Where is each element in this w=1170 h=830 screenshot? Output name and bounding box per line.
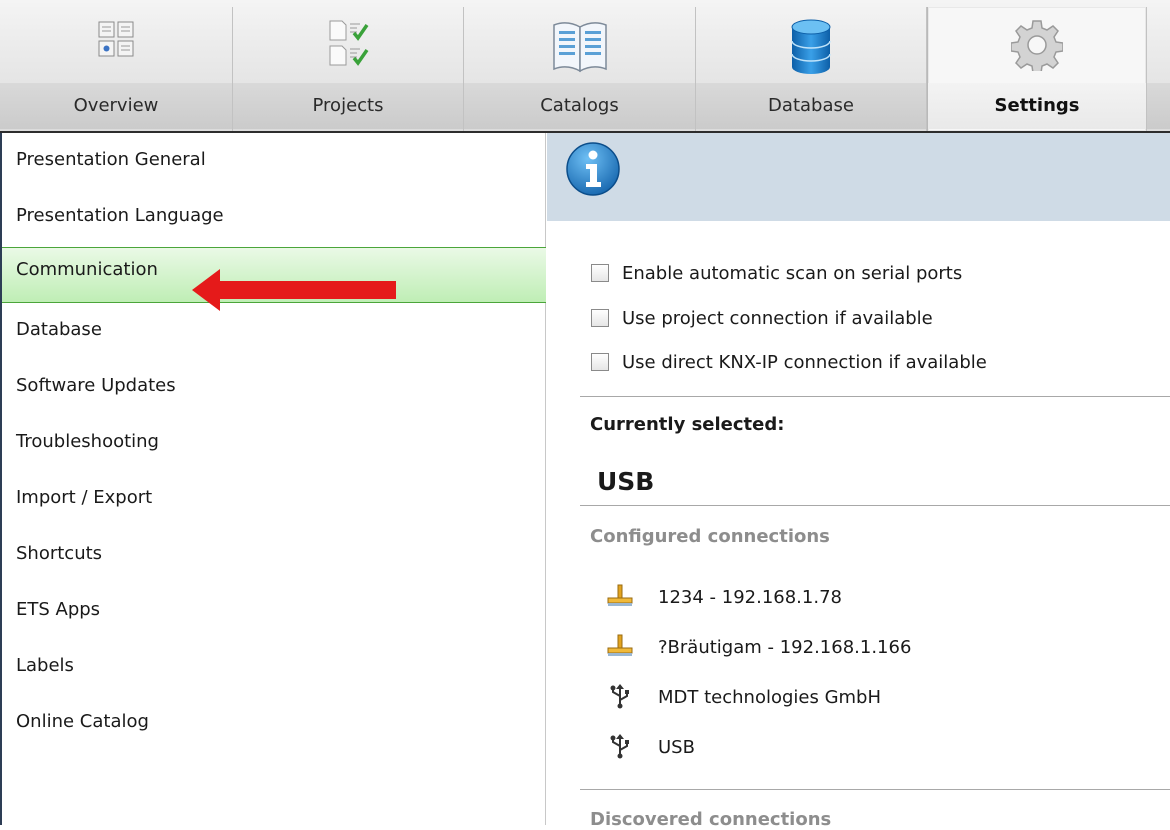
usb-icon: [610, 734, 629, 759]
divider: [580, 789, 1170, 790]
info-icon: [566, 142, 620, 196]
sidebar-item-software-updates[interactable]: Software Updates: [2, 359, 546, 415]
tab-catalogs-icon-area: [464, 7, 695, 83]
sidebar-item-label: Presentation Language: [16, 205, 224, 226]
connection-label: MDT technologies GmbH: [658, 687, 882, 708]
configured-connections-header: Configured connections: [590, 526, 830, 547]
sidebar-item-shortcuts[interactable]: Shortcuts: [2, 527, 546, 583]
main-toolbar: Overview Projects Catalogs Database Sett…: [0, 0, 1170, 133]
sidebar-item-label: Online Catalog: [16, 711, 149, 732]
network-icon: [607, 634, 633, 656]
settings-sidebar: Presentation General Presentation Langua…: [0, 133, 546, 825]
discovered-connections-header: Discovered connections: [590, 809, 832, 830]
sidebar-item-troubleshooting[interactable]: Troubleshooting: [2, 415, 546, 471]
auto-scan-checkbox[interactable]: [591, 264, 609, 282]
tab-catalogs[interactable]: Catalogs: [464, 7, 696, 131]
tab-label: Database: [696, 83, 926, 129]
project-connection-checkbox[interactable]: [591, 309, 609, 327]
option-label: Use direct KNX-IP connection if availabl…: [622, 352, 987, 373]
currently-selected-value: USB: [597, 467, 655, 496]
sidebar-item-online-catalog[interactable]: Online Catalog: [2, 695, 546, 751]
currently-selected-label: Currently selected:: [590, 414, 785, 435]
sidebar-item-label: Software Updates: [16, 375, 176, 396]
connection-label: USB: [658, 737, 695, 758]
projects-icon: [329, 20, 369, 66]
sidebar-item-labels[interactable]: Labels: [2, 639, 546, 695]
database-icon: [791, 19, 831, 74]
tab-database-icon-area: [696, 7, 926, 83]
red-arrow-annotation: [192, 269, 396, 311]
connection-label: ?Bräutigam - 192.168.1.166: [658, 637, 912, 658]
tab-projects[interactable]: Projects: [233, 7, 464, 131]
tab-overview-icon-area: [0, 7, 232, 83]
info-bar: [547, 133, 1170, 221]
sidebar-item-presentation-general[interactable]: Presentation General: [2, 133, 546, 189]
sidebar-item-import-export[interactable]: Import / Export: [2, 471, 546, 527]
tab-label: Overview: [0, 83, 232, 129]
tab-settings-icon-area: [928, 7, 1146, 83]
sidebar-item-label: Shortcuts: [16, 543, 103, 564]
communication-settings-panel: Enable automatic scan on serial ports Us…: [547, 133, 1170, 830]
option-label: Use project connection if available: [622, 308, 933, 329]
connection-label: 1234 - 192.168.1.78: [658, 587, 842, 608]
tab-overview[interactable]: Overview: [0, 7, 233, 131]
tab-label: Catalogs: [464, 83, 695, 129]
divider: [580, 396, 1170, 397]
tab-projects-icon-area: [233, 7, 463, 83]
sidebar-item-label: Troubleshooting: [16, 431, 159, 452]
network-icon: [607, 584, 633, 606]
usb-icon: [610, 684, 629, 709]
sidebar-item-label: Import / Export: [16, 487, 153, 508]
tab-settings[interactable]: Settings: [927, 7, 1147, 131]
sidebar-item-presentation-language[interactable]: Presentation Language: [2, 189, 546, 245]
tab-label: Projects: [233, 83, 463, 129]
divider: [580, 505, 1170, 506]
sidebar-item-label: Labels: [16, 655, 74, 676]
tab-label: Settings: [928, 83, 1146, 129]
catalogs-icon: [552, 22, 607, 73]
option-label: Enable automatic scan on serial ports: [622, 263, 963, 284]
sidebar-item-ets-apps[interactable]: ETS Apps: [2, 583, 546, 639]
tab-overflow-label: [1147, 83, 1170, 129]
overview-icon: [98, 21, 134, 57]
tab-database[interactable]: Database: [696, 7, 927, 131]
sidebar-item-label: Communication: [16, 259, 158, 280]
knx-ip-checkbox[interactable]: [591, 353, 609, 371]
sidebar-item-label: Database: [16, 319, 102, 340]
tab-overflow: [1147, 7, 1170, 131]
gear-icon: [1011, 20, 1063, 71]
sidebar-item-label: Presentation General: [16, 149, 206, 170]
sidebar-item-label: ETS Apps: [16, 599, 101, 620]
